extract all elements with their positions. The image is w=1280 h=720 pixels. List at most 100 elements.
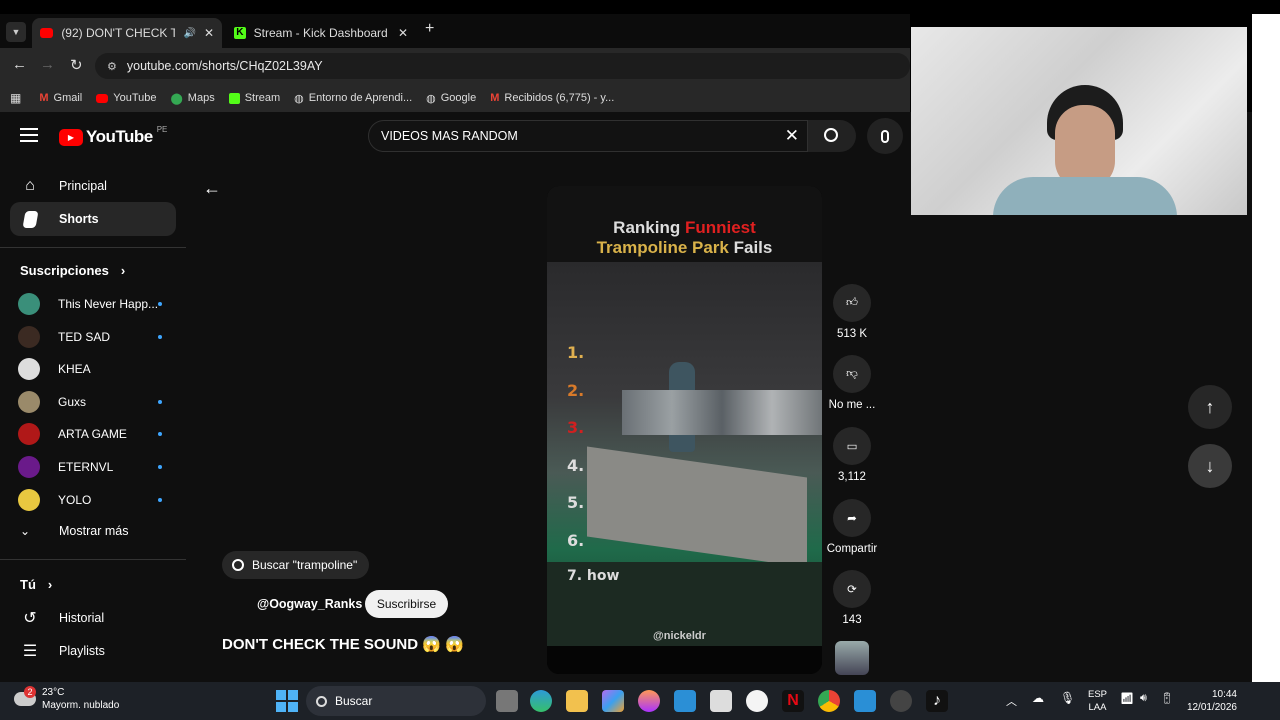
netflix-icon[interactable]: N: [782, 690, 804, 712]
subscription-item[interactable]: ETERNVL: [18, 455, 168, 479]
subscription-name: ARTA GAME: [58, 427, 127, 442]
comments-action[interactable]: ▭ 3,112: [826, 427, 878, 483]
share-icon[interactable]: ➦: [833, 499, 871, 537]
short-video-player[interactable]: Ranking Funniest Trampoline Park Fails @…: [547, 186, 822, 674]
volume-icon[interactable]: 🔊︎: [1140, 692, 1147, 705]
url-field[interactable]: ⚙ youtube.com/shorts/CHqZ02L39AY: [95, 53, 910, 79]
show-more-button[interactable]: ⌄ Mostrar más: [20, 524, 128, 538]
subscription-item[interactable]: Guxs: [18, 390, 168, 414]
battery-icon[interactable]: 🔋︎: [1160, 692, 1174, 705]
share-action[interactable]: ➦ Compartir: [826, 499, 878, 555]
subscription-item[interactable]: This Never Happ...: [18, 292, 168, 316]
tab-youtube[interactable]: (92) DON'T CHECK THE SOU 🔊 ✕: [32, 18, 222, 48]
subscribe-button[interactable]: Suscribirse: [365, 590, 448, 618]
search-input[interactable]: VIDEOS MAS RANDOM: [381, 129, 518, 143]
bookmark-entorno[interactable]: ◍ Entorno de Aprendi...: [294, 92, 412, 105]
sidebar-item-playlists[interactable]: ☰ Playlists: [10, 634, 176, 668]
subscription-name: ETERNVL: [58, 460, 114, 474]
new-content-dot: [158, 497, 162, 502]
tab-list-chevron-icon[interactable]: ▼: [6, 22, 26, 42]
bookmark-gmail[interactable]: M Gmail: [39, 92, 82, 104]
channel-avatar[interactable]: [835, 641, 869, 675]
tiktok-icon[interactable]: ♪: [926, 690, 948, 712]
youtube-logo[interactable]: ▶ YouTube PE: [59, 125, 167, 147]
task-view-icon[interactable]: [496, 690, 518, 712]
close-tab-icon[interactable]: ✕: [398, 26, 408, 40]
chevron-right-icon: ›: [120, 263, 126, 278]
snipping-tool-icon[interactable]: [710, 690, 732, 712]
remix-icon[interactable]: ⟳: [833, 570, 871, 608]
rank-label: 4.: [567, 455, 585, 475]
subscription-item[interactable]: YOLO: [18, 488, 168, 512]
comment-icon[interactable]: ▭: [833, 427, 871, 465]
channel-avatar: [18, 456, 40, 478]
playlist-icon: ☰: [22, 643, 38, 660]
sidebar-item-historial[interactable]: ↺ Historial: [10, 601, 176, 635]
search-button[interactable]: [808, 120, 856, 152]
copilot-icon[interactable]: [602, 690, 624, 712]
menu-icon[interactable]: [20, 128, 38, 142]
voice-search-button[interactable]: [867, 118, 903, 154]
subscriptions-header[interactable]: Suscripciones ›: [20, 263, 125, 278]
channel-name[interactable]: @Oogway_Ranks: [257, 597, 362, 611]
reload-icon[interactable]: ↻: [70, 56, 83, 74]
new-content-dot: [158, 465, 162, 469]
speaker-icon[interactable]: 🔊: [183, 28, 195, 39]
bookmark-google[interactable]: ◍ Google: [426, 92, 476, 105]
remix-action[interactable]: ⟳ 143: [826, 570, 878, 626]
previous-short-button[interactable]: ↑: [1188, 385, 1232, 429]
sidebar-item-principal[interactable]: ⌂ Principal: [10, 169, 176, 203]
back-arrow-icon[interactable]: ←: [203, 178, 221, 199]
bookmark-youtube[interactable]: YouTube: [96, 92, 156, 104]
rank-label: 2.: [567, 380, 585, 400]
onedrive-icon[interactable]: ☁: [1032, 691, 1044, 705]
chrome-icon[interactable]: [818, 690, 840, 712]
channel-avatar: [18, 293, 40, 315]
windows-start-icon[interactable]: [276, 690, 298, 712]
page-scrollbar[interactable]: [1252, 14, 1280, 682]
apps-grid-icon[interactable]: ▦: [10, 91, 21, 105]
tray-chevron-icon[interactable]: ︿: [1006, 693, 1017, 709]
like-action[interactable]: 👍︎ 513 K: [826, 284, 878, 340]
obs-icon[interactable]: [890, 690, 912, 712]
search-suggestion-chip[interactable]: Buscar "trampoline": [222, 551, 370, 579]
bookmark-stream[interactable]: Stream: [228, 92, 280, 104]
new-content-dot: [158, 334, 162, 339]
dislike-action[interactable]: 👎︎ No me ...: [826, 355, 878, 411]
new-tab-icon[interactable]: +: [425, 20, 434, 38]
forward-icon[interactable]: →: [40, 56, 55, 73]
subscription-item[interactable]: KHEA: [18, 357, 168, 381]
firefox-icon[interactable]: [638, 690, 660, 712]
back-icon[interactable]: ←: [12, 56, 27, 73]
itunes-icon[interactable]: [746, 690, 768, 712]
store-icon[interactable]: [674, 690, 696, 712]
webcam-overlay: [911, 27, 1247, 215]
sidebar-item-shorts[interactable]: Shorts: [10, 202, 176, 236]
clear-search-icon[interactable]: ✕: [785, 126, 799, 146]
sidebar-divider: [0, 559, 186, 560]
edge-icon[interactable]: [530, 690, 552, 712]
language-indicator[interactable]: ESP LAA: [1088, 688, 1107, 714]
search-box[interactable]: VIDEOS MAS RANDOM ✕: [368, 120, 808, 152]
subscription-name: KHEA: [58, 362, 91, 377]
taskbar-search[interactable]: Buscar: [306, 686, 486, 716]
subscription-item[interactable]: TED SAD: [18, 325, 168, 349]
clock[interactable]: 10:44 12/01/2026: [1183, 688, 1237, 714]
thumbs-up-icon[interactable]: 👍︎: [833, 284, 871, 322]
short-title: DON'T CHECK THE SOUND 😱 😱: [222, 636, 464, 653]
site-info-icon[interactable]: ⚙: [107, 60, 117, 73]
weather-widget[interactable]: 2 23°C Mayorm. nublado: [14, 686, 119, 712]
close-tab-icon[interactable]: ✕: [204, 26, 214, 40]
bookmark-gmail-inbox[interactable]: M Recibidos (6,775) - y...: [490, 92, 614, 104]
bookmark-maps[interactable]: ⬤ Maps: [170, 92, 214, 105]
you-header[interactable]: Tú ›: [20, 577, 52, 592]
microphone-tray-icon[interactable]: 🎙︎: [1060, 691, 1075, 705]
file-explorer-icon[interactable]: [566, 690, 588, 712]
wifi-icon[interactable]: 📶︎: [1120, 692, 1134, 705]
thumbs-down-icon[interactable]: 👎︎: [833, 355, 871, 393]
subscription-item[interactable]: ARTA GAME: [18, 422, 168, 446]
tab-kick[interactable]: K Stream - Kick Dashboard ✕: [226, 18, 416, 48]
next-short-button[interactable]: ↓: [1188, 444, 1232, 488]
rank-label: 6.: [567, 530, 585, 550]
teams-icon[interactable]: [854, 690, 876, 712]
